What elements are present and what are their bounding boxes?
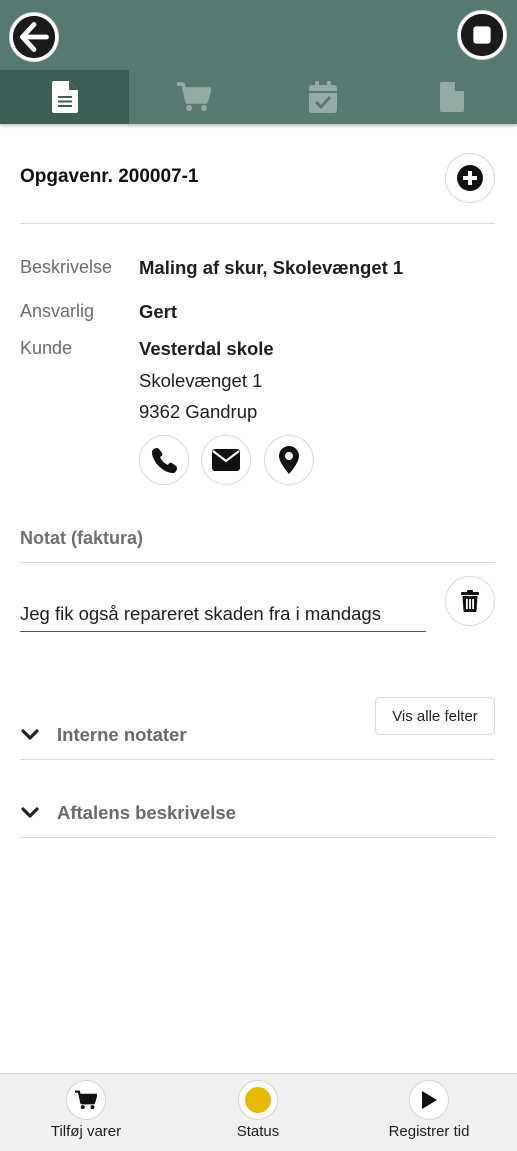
delete-note-button[interactable] — [445, 576, 495, 626]
task-title: Opgavenr. 200007-1 — [20, 166, 199, 187]
tab-file[interactable] — [387, 70, 517, 124]
add-items-button[interactable]: Tilføj varer — [6, 1074, 166, 1151]
description-value: Maling af skur, Skolevænget 1 — [139, 257, 404, 278]
document-icon — [51, 81, 78, 113]
stop-button[interactable] — [457, 10, 507, 60]
arrow-left-icon — [12, 15, 56, 59]
note-field[interactable] — [20, 597, 426, 632]
map-marker-icon — [279, 446, 299, 474]
customer-name: Vesterdal skole — [139, 338, 274, 359]
tab-bar — [0, 70, 517, 124]
customer-city: 9362 Gandrup — [139, 401, 258, 422]
divider — [20, 562, 495, 563]
add-button[interactable] — [445, 153, 495, 203]
status-button[interactable]: Status — [178, 1074, 338, 1151]
add-items-label: Tilføj varer — [50, 1123, 122, 1140]
status-indicator — [238, 1080, 278, 1120]
chevron-down-icon — [20, 803, 40, 823]
status-label: Status — [236, 1123, 280, 1140]
internal-notes-toggle[interactable]: Interne notater — [20, 715, 495, 755]
email-button[interactable] — [201, 435, 251, 485]
bottom-action-bar: Tilføj varer Status Registrer tid — [0, 1073, 517, 1151]
status-dot-icon — [245, 1087, 271, 1113]
chevron-down-icon — [20, 725, 40, 745]
responsible-value: Gert — [139, 301, 178, 322]
plus-circle-icon — [457, 165, 483, 191]
internal-notes-label: Interne notater — [57, 724, 187, 745]
top-bar — [0, 0, 517, 124]
calendar-check-icon — [308, 81, 337, 113]
back-button[interactable] — [9, 12, 59, 62]
trash-icon — [461, 590, 479, 612]
customer-label: Kunde — [20, 338, 73, 358]
file-icon — [440, 82, 464, 112]
divider — [20, 759, 495, 760]
agreement-description-label: Aftalens beskrivelse — [57, 802, 236, 823]
customer-street: Skolevænget 1 — [139, 370, 263, 391]
divider — [20, 837, 495, 838]
agreement-description-toggle[interactable]: Aftalens beskrivelse — [20, 793, 495, 833]
phone-icon — [151, 447, 178, 474]
tab-items[interactable] — [129, 70, 258, 124]
tab-details[interactable] — [0, 70, 129, 124]
divider — [20, 223, 495, 224]
register-time-label: Registrer tid — [388, 1123, 470, 1140]
cart-icon — [66, 1080, 106, 1120]
cart-icon — [176, 82, 211, 111]
tab-calendar[interactable] — [258, 70, 387, 124]
register-time-button[interactable]: Registrer tid — [349, 1074, 509, 1151]
responsible-label: Ansvarlig — [20, 301, 95, 321]
play-icon — [409, 1080, 449, 1120]
description-label: Beskrivelse — [20, 257, 113, 277]
call-button[interactable] — [139, 435, 189, 485]
note-heading: Notat (faktura) — [20, 528, 144, 548]
stop-icon — [460, 13, 504, 57]
envelope-icon — [212, 449, 240, 471]
map-button[interactable] — [264, 435, 314, 485]
